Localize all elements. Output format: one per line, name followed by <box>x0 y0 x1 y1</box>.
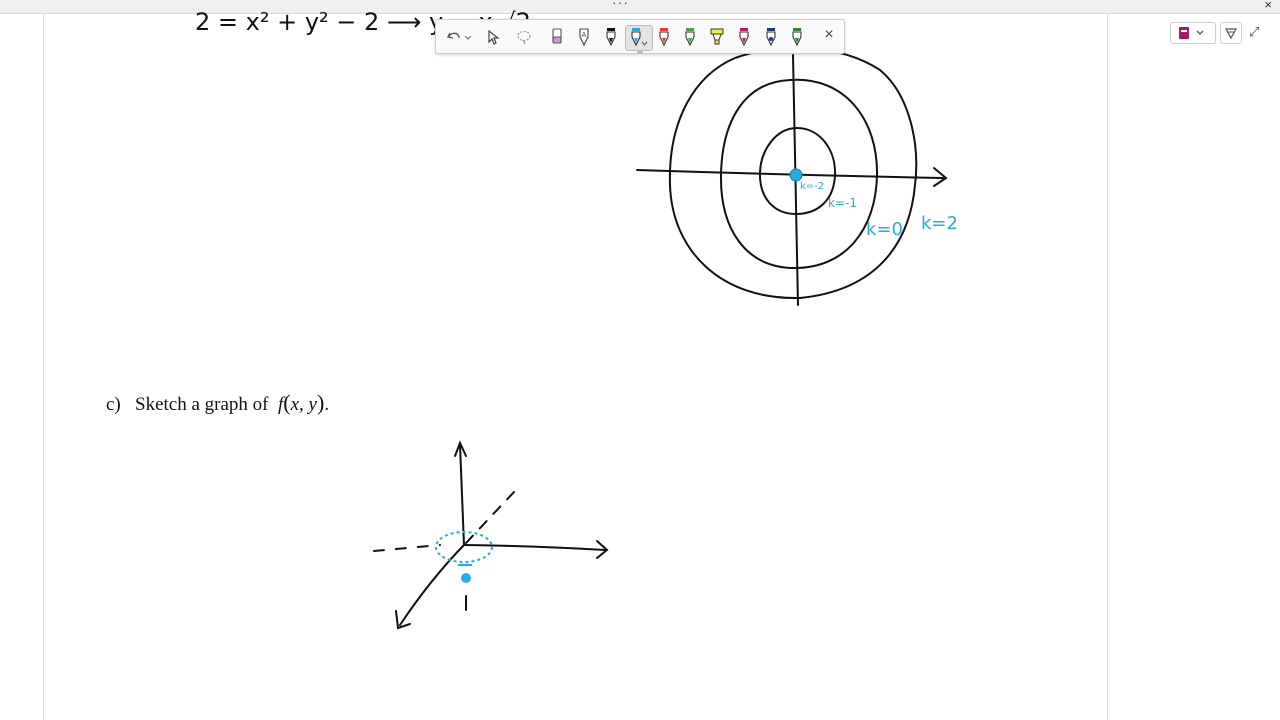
contour-label: k=2 <box>921 213 958 234</box>
pen-darkgreen-icon[interactable] <box>786 25 808 49</box>
select-arrow-icon[interactable] <box>482 25 504 49</box>
negative-x-dashed <box>465 491 515 544</box>
notebook-switcher-button[interactable] <box>1170 22 1216 44</box>
pen-green-icon[interactable] <box>679 25 701 49</box>
axes-3d-sketch <box>373 440 609 630</box>
part-c-prompt: c) Sketch a graph of f(x, y). <box>106 390 330 415</box>
pen-navy-icon[interactable] <box>760 25 782 49</box>
contour-label: k=-1 <box>828 196 857 210</box>
pen-cyan-icon[interactable] <box>625 25 653 51</box>
eraser-icon[interactable] <box>546 25 568 49</box>
part-label: c) <box>106 394 121 415</box>
y-axis-3d <box>463 544 606 551</box>
expand-icon[interactable]: ⤢ <box>1249 24 1259 40</box>
prompt-period: . <box>324 394 330 415</box>
pen-magenta-icon[interactable] <box>733 25 755 49</box>
pen-red-icon[interactable] <box>653 25 675 49</box>
contour-center-point <box>789 168 803 182</box>
filter-icon <box>1224 28 1238 40</box>
undo-icon[interactable] <box>444 25 474 49</box>
negative-y-dashed <box>373 544 441 552</box>
minimum-point <box>461 573 471 583</box>
pen-black-icon[interactable] <box>600 25 622 49</box>
ink-canvas[interactable]: 2 = x² + y² − 2 ⟶ y = x √2 k=-2 k=-1 k=0… <box>0 0 1280 720</box>
chevron-down-icon <box>1196 30 1204 35</box>
z-axis <box>459 444 465 546</box>
drawing-toolbar: A × <box>435 19 845 54</box>
pen-text-icon[interactable]: A <box>573 25 595 49</box>
highlighter-yellow-icon[interactable] <box>706 25 728 49</box>
toolbar-grip[interactable] <box>637 51 643 54</box>
filter-button[interactable] <box>1220 22 1242 44</box>
prompt-text: Sketch a graph of <box>135 394 269 415</box>
function-args: x, y <box>290 394 317 415</box>
svg-text:A: A <box>582 31 587 39</box>
x-axis-3d <box>399 544 465 626</box>
notebook-icon <box>1179 27 1189 39</box>
contour-label: k=0 <box>866 219 903 240</box>
lasso-icon[interactable] <box>513 25 535 49</box>
contour-label: k=-2 <box>800 181 824 192</box>
toolbar-close-button[interactable]: × <box>821 26 837 44</box>
